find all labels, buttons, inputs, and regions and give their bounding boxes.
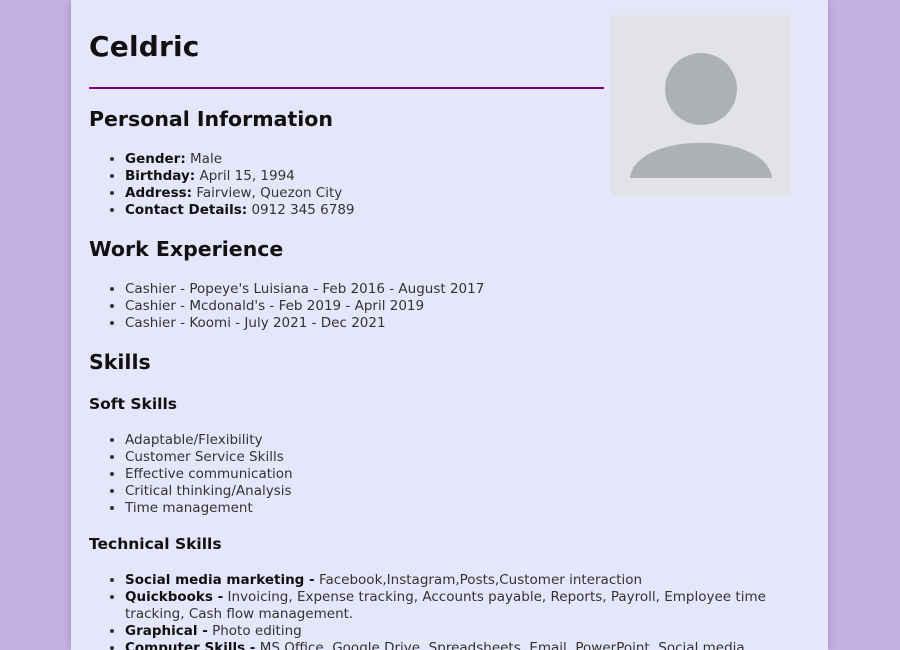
list-item: Effective communication: [125, 466, 589, 483]
list-item: Gender: Male: [125, 151, 589, 168]
technical-skills-heading: Technical Skills: [89, 535, 222, 553]
item-label: Quickbooks -: [125, 589, 224, 605]
list-item: Cashier - Koomi - July 2021 - Dec 2021: [125, 315, 589, 332]
list-item: Graphical - Photo editing: [125, 623, 794, 640]
resume-sheet: Celdric Personal Information Gender: Mal…: [71, 0, 828, 650]
item-value: Fairview, Quezon City: [196, 185, 343, 201]
list-item: Birthday: April 15, 1994: [125, 168, 589, 185]
item-label: Gender:: [125, 151, 186, 167]
technical-skills-list: Social media marketing - Facebook,Instag…: [89, 572, 794, 650]
personal-information-list: Gender: Male Birthday: April 15, 1994 Ad…: [89, 151, 589, 219]
profile-photo: [611, 15, 791, 196]
item-label: Social media marketing -: [125, 572, 315, 588]
soft-skills-heading: Soft Skills: [89, 395, 177, 413]
item-value: Photo editing: [212, 623, 302, 639]
item-label: Address:: [125, 185, 193, 201]
list-item: Critical thinking/Analysis: [125, 483, 589, 500]
item-label: Computer Skills -: [125, 640, 256, 650]
item-value: 0912 345 6789: [251, 202, 355, 218]
list-item: Cashier - Mcdonald's - Feb 2019 - April …: [125, 298, 589, 315]
list-item: Contact Details: 0912 345 6789: [125, 202, 589, 219]
item-label: Contact Details:: [125, 202, 248, 218]
list-item: Social media marketing - Facebook,Instag…: [125, 572, 794, 589]
item-value: MS Office, Google Drive, Spreadsheets, E…: [259, 640, 745, 650]
item-value: April 15, 1994: [199, 168, 295, 184]
personal-information-heading: Personal Information: [89, 107, 333, 131]
name-divider: [89, 87, 604, 89]
soft-skills-list: Adaptable/Flexibility Customer Service S…: [89, 432, 589, 517]
list-item: Customer Service Skills: [125, 449, 589, 466]
resume-name: Celdric: [89, 30, 200, 63]
list-item: Quickbooks - Invoicing, Expense tracking…: [125, 589, 794, 623]
list-item: Time management: [125, 500, 589, 517]
item-label: Birthday:: [125, 168, 196, 184]
person-avatar-icon: [630, 53, 772, 178]
skills-heading: Skills: [89, 350, 151, 374]
list-item: Address: Fairview, Quezon City: [125, 185, 589, 202]
item-value: Facebook,Instagram,Posts,Customer intera…: [318, 572, 643, 588]
item-label: Graphical -: [125, 623, 208, 639]
list-item: Computer Skills - MS Office, Google Driv…: [125, 640, 794, 650]
work-experience-heading: Work Experience: [89, 237, 284, 261]
list-item: Adaptable/Flexibility: [125, 432, 589, 449]
work-experience-list: Cashier - Popeye's Luisiana - Feb 2016 -…: [89, 281, 589, 332]
list-item: Cashier - Popeye's Luisiana - Feb 2016 -…: [125, 281, 589, 298]
item-value: Male: [190, 151, 223, 167]
